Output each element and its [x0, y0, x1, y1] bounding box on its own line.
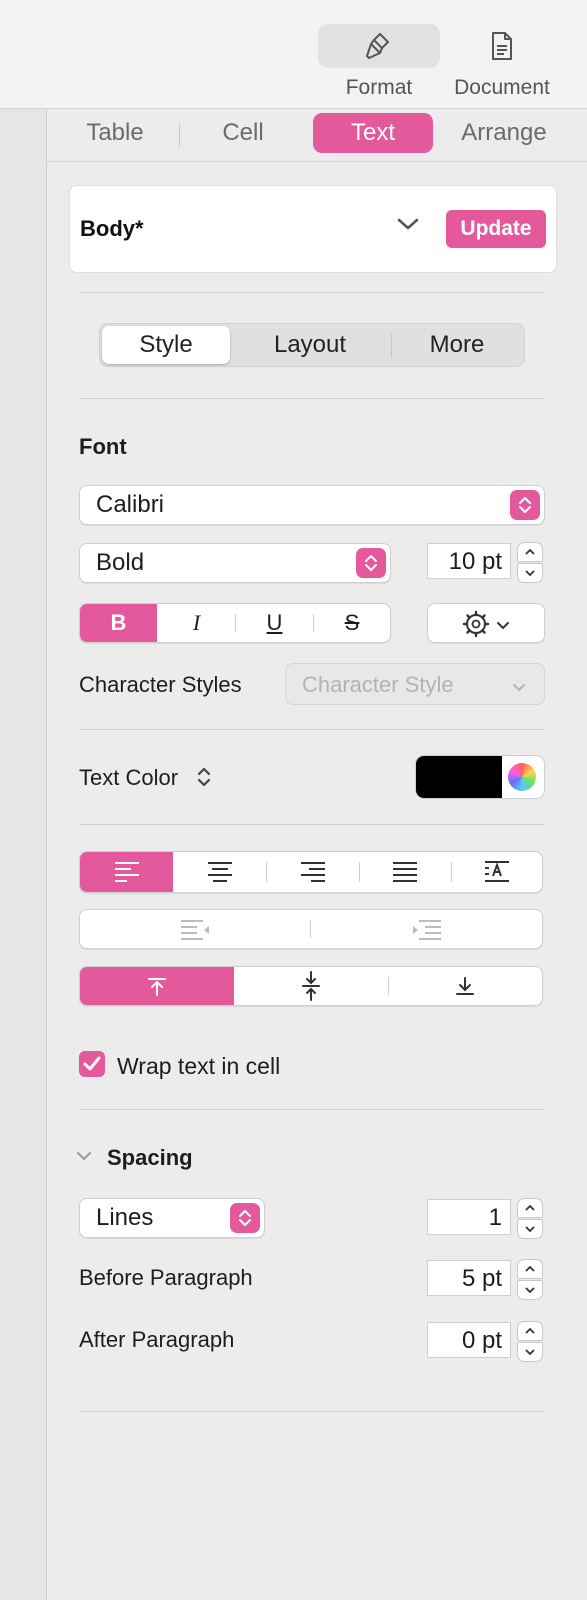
align-left-icon[interactable] — [80, 852, 173, 892]
after-paragraph-field[interactable]: 0 pt — [427, 1322, 511, 1358]
stepper-up-icon[interactable] — [517, 542, 543, 562]
italic-button[interactable]: I — [158, 604, 235, 642]
tab-text[interactable]: Text — [313, 113, 433, 153]
justify-icon[interactable] — [359, 852, 451, 892]
character-styles-label: Character Styles — [79, 672, 242, 697]
tab-divider — [179, 123, 180, 147]
align-top-icon[interactable] — [80, 967, 234, 1005]
after-paragraph-label: After Paragraph — [79, 1327, 235, 1352]
checkmark-icon — [83, 1056, 101, 1071]
strikethrough-button[interactable]: S — [314, 604, 390, 642]
indent-buttons — [79, 909, 543, 949]
font-size-field[interactable]: 10 pt — [427, 543, 511, 579]
toolbar: Format Document — [0, 0, 587, 109]
align-middle-icon[interactable] — [234, 967, 388, 1005]
text-color-label: Text Color — [79, 765, 179, 790]
chevron-down-icon — [496, 618, 510, 636]
before-paragraph-field[interactable]: 5 pt — [427, 1260, 511, 1296]
stepper-up-icon[interactable] — [517, 1198, 543, 1218]
underline-button[interactable]: U — [236, 604, 313, 642]
text-color-well[interactable] — [415, 755, 545, 799]
font-heading: Font — [79, 434, 127, 459]
auto-align-icon[interactable] — [451, 852, 542, 892]
stepper-down-icon[interactable] — [517, 1219, 543, 1239]
subtab-style[interactable]: Style — [102, 326, 230, 364]
align-bottom-icon[interactable] — [388, 967, 542, 1005]
paintbrush-icon — [318, 24, 440, 68]
chevron-down-icon — [512, 680, 526, 698]
after-paragraph-stepper[interactable] — [517, 1321, 543, 1362]
decrease-indent-icon[interactable] — [80, 910, 310, 948]
updown-chevron-icon — [510, 490, 540, 520]
increase-indent-icon[interactable] — [311, 910, 542, 948]
chevron-down-icon[interactable] — [396, 216, 420, 237]
tab-arrange[interactable]: Arrange — [451, 113, 557, 153]
document-button[interactable]: Document — [441, 24, 563, 110]
align-right-icon[interactable] — [266, 852, 359, 892]
font-family-value: Calibri — [96, 491, 165, 518]
gear-icon — [462, 610, 490, 643]
font-size-stepper[interactable] — [517, 542, 543, 583]
subtab-layout[interactable]: Layout — [240, 326, 380, 364]
align-center-icon[interactable] — [173, 852, 266, 892]
tab-cell[interactable]: Cell — [203, 113, 283, 153]
character-style-placeholder: Character Style — [302, 672, 454, 697]
before-paragraph-stepper[interactable] — [517, 1259, 543, 1300]
font-family-popup[interactable]: Calibri — [79, 485, 545, 525]
divider — [79, 729, 545, 730]
update-button[interactable]: Update — [446, 210, 546, 248]
updown-chevron-icon[interactable] — [195, 763, 213, 796]
color-wheel-icon[interactable] — [508, 763, 536, 791]
subtab-more[interactable]: More — [392, 326, 522, 364]
format-inspector: Table Cell Text Arrange Body* Update Sty… — [47, 109, 587, 1600]
tab-table[interactable]: Table — [73, 113, 157, 153]
updown-chevron-icon — [230, 1203, 260, 1233]
format-label: Format — [345, 76, 413, 99]
stepper-down-icon[interactable] — [517, 1280, 543, 1300]
wrap-text-checkbox[interactable] — [79, 1051, 105, 1077]
font-style-buttons: B I U S — [79, 603, 391, 643]
character-style-popup[interactable]: Character Style — [285, 663, 545, 705]
bold-button[interactable]: B — [80, 604, 157, 642]
wrap-text-label: Wrap text in cell — [117, 1053, 281, 1079]
document-label: Document — [454, 76, 550, 99]
before-paragraph-label: Before Paragraph — [79, 1265, 253, 1290]
stepper-down-icon[interactable] — [517, 1342, 543, 1362]
alignment-buttons — [79, 851, 543, 893]
spacing-heading: Spacing — [107, 1145, 193, 1170]
divider — [79, 398, 545, 399]
line-spacing-field[interactable]: 1 — [427, 1199, 511, 1235]
advanced-font-options-button[interactable] — [427, 603, 545, 643]
text-subtabs: Style Layout More — [99, 323, 525, 367]
typeface-value: Bold — [96, 549, 145, 576]
color-swatch[interactable] — [416, 756, 502, 798]
divider — [79, 292, 545, 293]
vertical-align-buttons — [79, 966, 543, 1006]
canvas-edge — [0, 109, 47, 1600]
divider — [79, 1411, 545, 1412]
line-spacing-mode-popup[interactable]: Lines — [79, 1198, 265, 1238]
divider — [79, 1109, 545, 1110]
typeface-popup[interactable]: Bold — [79, 543, 391, 583]
divider — [79, 824, 545, 825]
stepper-down-icon[interactable] — [517, 563, 543, 583]
stepper-up-icon[interactable] — [517, 1321, 543, 1341]
line-spacing-stepper[interactable] — [517, 1198, 543, 1239]
updown-chevron-icon — [356, 548, 386, 578]
stepper-up-icon[interactable] — [517, 1259, 543, 1279]
disclosure-chevron-icon[interactable] — [75, 1149, 93, 1167]
inspector-tabs: Table Cell Text Arrange — [47, 109, 587, 162]
paragraph-style-card: Body* Update — [69, 185, 557, 273]
format-button[interactable]: Format — [318, 24, 440, 110]
line-spacing-mode-value: Lines — [96, 1204, 154, 1231]
paragraph-style-name[interactable]: Body* — [80, 216, 144, 242]
document-icon — [441, 24, 563, 68]
